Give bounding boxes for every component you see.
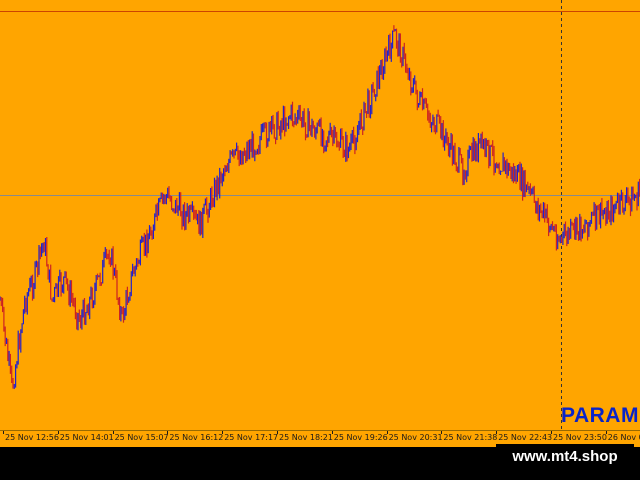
time-axis-tick — [441, 431, 443, 434]
time-axis-label: 25 Nov 16:12 — [169, 433, 224, 442]
time-axis-label: 25 Nov 12:56 — [5, 433, 59, 442]
time-axis-tick — [551, 431, 552, 434]
time-axis-label: 25 Nov 18:21 — [279, 433, 333, 442]
time-axis-tick — [57, 431, 59, 434]
time-axis-label: 25 Nov 15:07 — [114, 433, 169, 442]
price-chart[interactable] — [0, 0, 640, 430]
time-axis-label: 25 Nov 17:17 — [224, 433, 279, 442]
time-axis-tick — [277, 431, 278, 434]
time-axis-tick — [331, 431, 333, 434]
time-axis-tick — [605, 431, 607, 434]
time-axis-label: 25 Nov 21:38 — [443, 433, 498, 442]
time-axis-label: 25 Nov 14:01 — [59, 433, 114, 442]
time-axis-tick — [112, 431, 114, 434]
time-axis-tick — [3, 431, 4, 434]
price-bars — [0, 25, 640, 389]
time-axis-tick — [167, 431, 169, 434]
time-axis-label: 25 Nov 23:50 — [553, 433, 607, 442]
time-axis-tick — [386, 431, 388, 434]
param-overlay-label: PARAM — [561, 404, 639, 427]
time-axis-tick — [222, 431, 224, 434]
time-axis-tick — [496, 431, 498, 434]
chart-window[interactable]: PARAM 25 Nov 12:56 25 Nov 14:01 25 Nov 15:… — [0, 0, 640, 480]
time-axis-label: 25 Nov 19:26 — [333, 433, 388, 442]
time-axis-label: 26 Nov 0 — [607, 433, 640, 442]
time-axis-label: 25 Nov 20:31 — [388, 433, 443, 442]
time-axis-label: 25 Nov 22:43 — [498, 433, 553, 442]
watermark-label: www.mt4.shop — [496, 444, 634, 470]
price-plot-area[interactable]: PARAM — [0, 0, 640, 430]
